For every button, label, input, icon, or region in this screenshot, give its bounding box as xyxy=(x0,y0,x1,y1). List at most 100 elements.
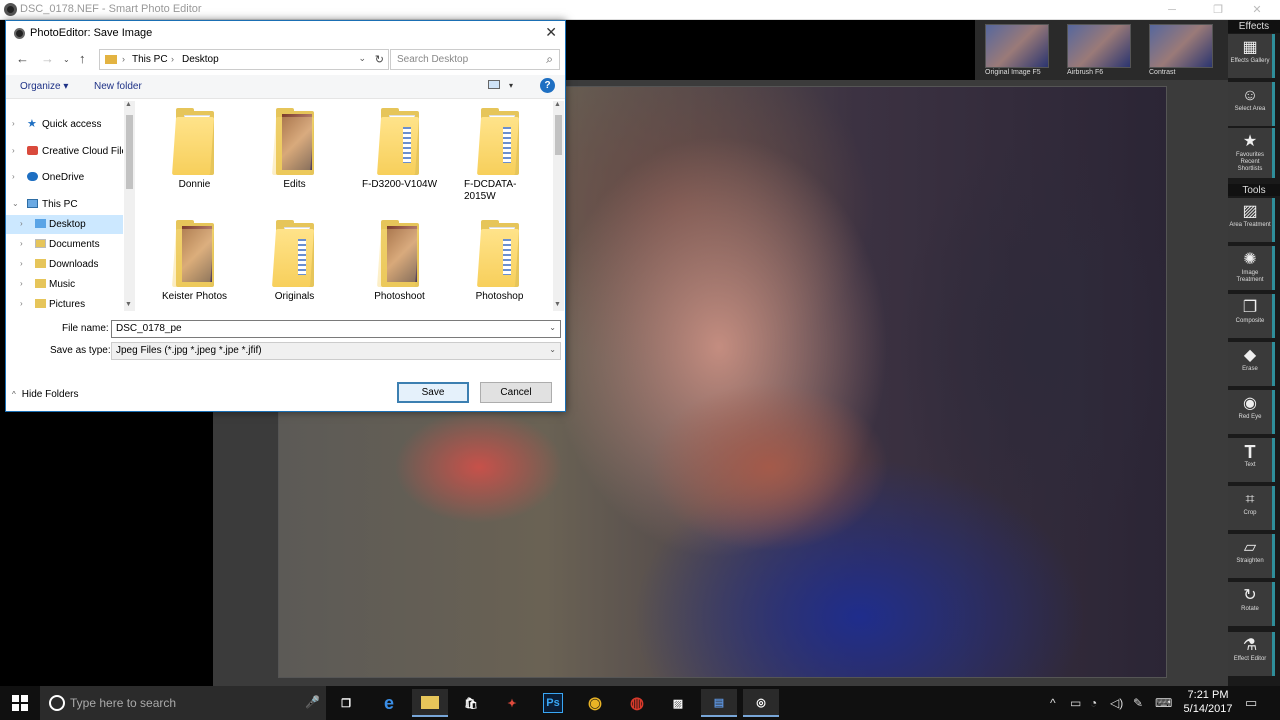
expand-chevron-icon[interactable]: › xyxy=(12,146,15,155)
view-options-chevron-icon[interactable]: ▾ xyxy=(509,81,513,90)
recent-locations-chevron-icon[interactable]: ⌄ xyxy=(63,55,70,64)
new-folder-button[interactable]: New folder xyxy=(94,81,142,92)
save-button[interactable]: Save xyxy=(397,382,469,403)
effect-thumb-original[interactable]: Original Image F5 xyxy=(981,22,1053,78)
nav-item-pictures[interactable]: › Pictures xyxy=(6,295,123,314)
folder-item[interactable]: Photoshoot xyxy=(352,213,447,311)
breadcrumb-this-pc[interactable]: This PC xyxy=(132,54,168,65)
folder-item[interactable]: Edits xyxy=(247,101,342,213)
nav-item-downloads[interactable]: › Downloads xyxy=(6,255,123,274)
text-button[interactable]: T Text xyxy=(1228,438,1275,482)
nav-pane-scrollbar[interactable]: ▲ ▼ xyxy=(124,101,135,311)
battery-icon[interactable]: ▭ xyxy=(1070,686,1081,720)
straighten-button[interactable]: ▱ Straighten xyxy=(1228,534,1275,578)
folder-item[interactable]: Donnie xyxy=(147,101,242,213)
folder-item[interactable]: F-D3200-V104W xyxy=(352,101,447,213)
effect-thumb-airbrush[interactable]: Airbrush F6 xyxy=(1063,22,1135,78)
app-record-icon[interactable]: ◍ xyxy=(619,689,655,717)
task-view-icon[interactable]: ❐ xyxy=(328,689,364,717)
expand-chevron-icon[interactable]: › xyxy=(20,259,23,268)
red-eye-button[interactable]: ◉ Red Eye xyxy=(1228,390,1275,434)
photoshop-icon[interactable]: Ps xyxy=(535,689,571,717)
folder-item[interactable]: Keister Photos xyxy=(147,213,242,311)
edge-icon[interactable]: e xyxy=(371,689,407,717)
nav-item-creative-cloud[interactable]: › Creative Cloud Files xyxy=(6,142,123,161)
smart-photo-editor-taskbar-icon[interactable]: ◎ xyxy=(743,689,779,717)
notifications-icon[interactable]: ▭ xyxy=(1245,686,1257,720)
erase-button[interactable]: ◆ Erase xyxy=(1228,342,1275,386)
file-explorer-icon[interactable]: ▭ xyxy=(412,689,448,717)
expand-chevron-icon[interactable]: › xyxy=(20,239,23,248)
nav-item-desktop[interactable]: › Desktop xyxy=(6,215,123,234)
up-arrow-icon[interactable]: ↑ xyxy=(79,51,86,66)
scrollbar-thumb[interactable] xyxy=(555,115,562,155)
select-area-button[interactable]: ☺ Select Area xyxy=(1228,82,1275,126)
folder-item[interactable]: Photoshop xyxy=(452,213,547,311)
effect-thumb-contrast[interactable]: Contrast xyxy=(1145,22,1217,78)
nav-item-documents[interactable]: › Documents xyxy=(6,235,123,254)
crop-button[interactable]: ⌗ Crop xyxy=(1228,486,1275,530)
chevron-down-icon[interactable]: ⌄ xyxy=(549,345,556,354)
effects-gallery-button[interactable]: ▦ Effects Gallery xyxy=(1228,34,1275,78)
network-icon[interactable]: ◔ xyxy=(1090,686,1097,720)
expand-chevron-icon[interactable]: › xyxy=(12,119,15,128)
scroll-down-arrow-icon[interactable]: ▼ xyxy=(554,301,561,308)
pen-icon[interactable]: ✎ xyxy=(1133,686,1143,720)
photos-icon[interactable]: ▨ xyxy=(660,689,696,717)
expand-chevron-icon[interactable]: › xyxy=(20,219,23,228)
save-type-select[interactable]: Jpeg Files (*.jpg *.jpeg *.jpe *.jfif) ⌄ xyxy=(111,342,561,360)
rotate-button[interactable]: ↻ Rotate xyxy=(1228,582,1275,626)
chevron-down-icon[interactable]: ⌄ xyxy=(549,323,556,332)
help-icon[interactable]: ? xyxy=(540,78,555,93)
nav-item-music[interactable]: › Music xyxy=(6,275,123,294)
collapse-chevron-icon[interactable]: ⌄ xyxy=(12,199,19,208)
area-treatment-icon: ▨ xyxy=(1242,203,1258,220)
change-view-icon[interactable] xyxy=(488,80,500,89)
breadcrumb-desktop[interactable]: Desktop xyxy=(182,54,219,65)
file-list-scrollbar[interactable]: ▲ ▼ xyxy=(553,101,564,311)
chevron-up-icon[interactable]: ^ xyxy=(1050,686,1056,720)
minimize-button[interactable]: ─ xyxy=(1149,0,1195,20)
folder-item[interactable]: Originals xyxy=(247,213,342,311)
folder-icon xyxy=(477,220,525,287)
nav-item-this-pc[interactable]: ⌄ This PC xyxy=(6,195,123,214)
effect-thumb-label: Original Image F5 xyxy=(985,69,1041,76)
nav-item-onedrive[interactable]: › OneDrive xyxy=(6,168,123,187)
back-arrow-icon[interactable]: ← xyxy=(16,51,29,66)
area-treatment-button[interactable]: ▨ Area Treatment xyxy=(1228,198,1275,242)
close-button[interactable]: ✕ xyxy=(1234,0,1280,20)
address-dropdown-icon[interactable]: ⌄ xyxy=(358,53,366,64)
keyboard-icon[interactable]: ⌨ xyxy=(1155,686,1172,720)
app-blue-icon[interactable]: ▤ xyxy=(701,689,737,717)
hide-folders-button[interactable]: ^ Hide Folders xyxy=(12,389,78,400)
organize-button[interactable]: Organize ▾ xyxy=(20,81,68,92)
volume-icon[interactable]: ◁) xyxy=(1110,686,1123,720)
refresh-icon[interactable]: ↻ xyxy=(375,53,384,66)
folder-item[interactable]: F-DCDATA-2015W xyxy=(452,101,547,213)
chrome-icon[interactable]: ◉ xyxy=(577,689,613,717)
scroll-up-arrow-icon[interactable]: ▲ xyxy=(125,101,132,108)
clock[interactable]: 7:21 PM 5/14/2017 xyxy=(1178,688,1238,716)
composite-button[interactable]: ❐ Composite xyxy=(1228,294,1275,338)
file-name-input[interactable]: DSC_0178_pe ⌄ xyxy=(111,320,561,338)
scroll-down-arrow-icon[interactable]: ▼ xyxy=(125,301,132,308)
nav-item-quick-access[interactable]: › ★ Quick access xyxy=(6,115,123,134)
scroll-up-arrow-icon[interactable]: ▲ xyxy=(554,101,561,108)
scrollbar-thumb[interactable] xyxy=(126,115,133,189)
dialog-close-button[interactable]: ✕ xyxy=(545,24,557,41)
image-treatment-button[interactable]: ✺ Image Treatment xyxy=(1228,246,1275,290)
cancel-button[interactable]: Cancel xyxy=(480,382,552,403)
forward-arrow-icon[interactable]: → xyxy=(41,51,54,66)
taskbar-search[interactable]: Type here to search 🎤 xyxy=(40,686,326,720)
microphone-icon[interactable]: 🎤 xyxy=(305,695,320,709)
favourites-button[interactable]: ★ Favourites Recent Shortlists xyxy=(1228,128,1275,178)
start-button[interactable] xyxy=(0,686,40,720)
expand-chevron-icon[interactable]: › xyxy=(20,299,23,308)
expand-chevron-icon[interactable]: › xyxy=(12,172,15,181)
store-icon[interactable]: 🛍 xyxy=(453,689,489,717)
address-bar[interactable]: › This PC › Desktop ⌄ ↻ xyxy=(99,49,389,70)
effect-editor-button[interactable]: ⚗ Effect Editor xyxy=(1228,632,1275,676)
search-input[interactable]: Search Desktop ⌕ xyxy=(390,49,560,70)
expand-chevron-icon[interactable]: › xyxy=(20,279,23,288)
app-red-icon[interactable]: ✦ xyxy=(494,689,530,717)
